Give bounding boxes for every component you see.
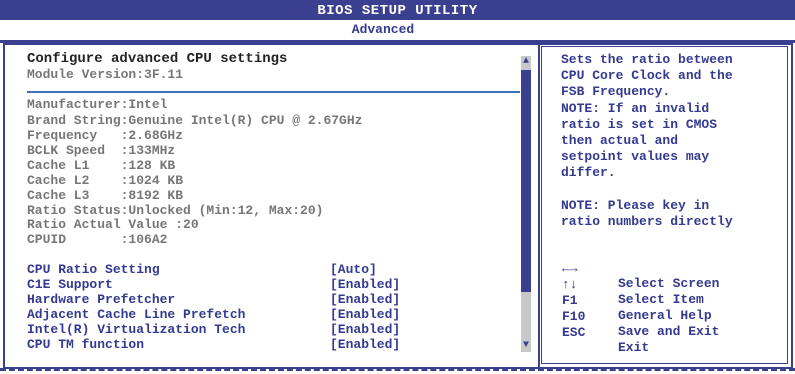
setting-virtualization-tech[interactable]: Intel(R) Virtualization Tech: [27, 322, 245, 337]
key-description: Save and Exit: [618, 324, 720, 339]
info-ratio-actual: Ratio Actual Value :20: [27, 217, 199, 232]
info-manufacturer: Manufacturer:Intel: [27, 97, 168, 112]
section-separator: [27, 91, 520, 93]
info-ratio-status: Ratio Status:Unlocked (Min:12, Max:20): [27, 203, 324, 218]
key-label: ESC: [562, 325, 586, 340]
info-frequency: Frequency :2.68GHz: [27, 128, 184, 143]
setting-hardware-prefetcher[interactable]: Hardware Prefetcher: [27, 292, 175, 307]
setting-hardware-prefetcher-value[interactable]: [Enabled]: [330, 292, 400, 307]
tab-advanced[interactable]: Advanced: [328, 20, 438, 40]
setting-c1e-support-value[interactable]: [Enabled]: [330, 277, 400, 292]
section-title: Configure advanced CPU settings: [27, 51, 288, 67]
module-version: Module Version:3F.11: [27, 67, 184, 82]
key-description: Select Screen: [618, 276, 720, 291]
setting-c1e-support[interactable]: C1E Support: [27, 277, 113, 292]
key-description: Exit: [618, 340, 650, 355]
setting-adjacent-cache-line-value[interactable]: [Enabled]: [330, 307, 400, 322]
scrollbar-thumb[interactable]: [521, 70, 531, 292]
scroll-up-arrow-icon[interactable]: ▲: [521, 56, 531, 68]
info-brand-string: Brand String:Genuine Intel(R) CPU @ 2.67…: [27, 113, 363, 128]
title-bar: BIOS SETUP UTILITY: [0, 0, 795, 20]
setting-adjacent-cache-line[interactable]: Adjacent Cache Line Prefetch: [27, 307, 245, 322]
key-description: Select Item: [618, 292, 704, 307]
panel-divider: [538, 43, 540, 369]
bottom-dashed-border: [0, 368, 795, 371]
scroll-down-arrow-icon[interactable]: ▼: [521, 340, 531, 352]
setting-cpu-tm-function[interactable]: CPU TM function: [27, 337, 144, 352]
info-cpuid: CPUID :106A2: [27, 232, 168, 247]
info-cache-l2: Cache L2 :1024 KB: [27, 173, 184, 188]
key-exit: ESC Exit: [562, 310, 649, 355]
window-title: BIOS SETUP UTILITY: [317, 3, 478, 19]
setting-cpu-tm-function-value[interactable]: [Enabled]: [330, 337, 400, 352]
setting-cpu-ratio-value[interactable]: [Auto]: [330, 262, 377, 277]
info-bclk-speed: BCLK Speed :133MHz: [27, 143, 176, 158]
info-cache-l3: Cache L3 :8192 KB: [27, 188, 184, 203]
setting-cpu-ratio[interactable]: CPU Ratio Setting: [27, 262, 160, 277]
info-cache-l1: Cache L1 :128 KB: [27, 158, 176, 173]
help-text: Sets the ratio between CPU Core Clock an…: [561, 52, 733, 230]
key-description: General Help: [618, 308, 712, 323]
setting-virtualization-tech-value[interactable]: [Enabled]: [330, 322, 400, 337]
